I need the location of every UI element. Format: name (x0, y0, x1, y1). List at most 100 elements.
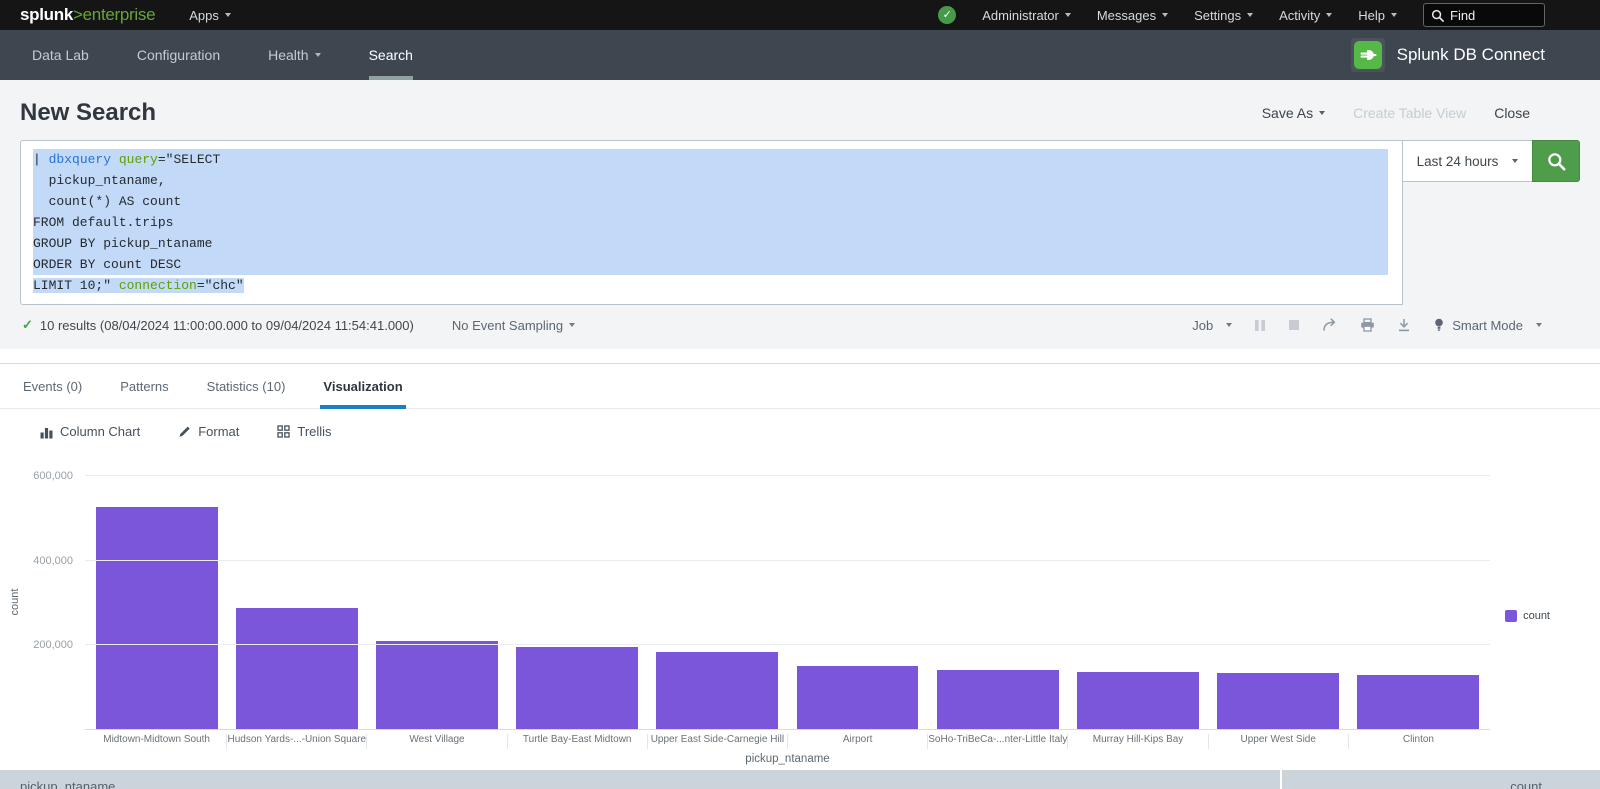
chart-bar[interactable] (797, 666, 919, 729)
x-axis-label: Murray Hill-Kips Bay (1067, 734, 1207, 749)
y-axis-title: count (9, 589, 21, 616)
gridline (85, 475, 1490, 476)
chart-bar[interactable] (96, 507, 218, 729)
check-icon: ✓ (22, 317, 33, 333)
chart-bar[interactable] (376, 641, 498, 729)
caret-down-icon (1326, 13, 1332, 17)
caret-down-icon (1319, 111, 1325, 115)
find-search-box[interactable] (1423, 3, 1545, 27)
help-menu[interactable]: Help (1358, 8, 1397, 23)
export-icon[interactable] (1397, 318, 1411, 332)
x-axis-title: pickup_ntaname (85, 753, 1490, 765)
search-query-editor[interactable]: | dbxquery query="SELECT pickup_ntaname,… (20, 140, 1403, 305)
x-axis-label: Upper West Side (1208, 734, 1348, 749)
y-axis-tick: 600,000 (0, 470, 73, 482)
caret-down-icon (1247, 13, 1253, 17)
statistics-table-header: pickup_ntaname count (0, 770, 1600, 789)
search-header-region: New Search Save As Create Table View Clo… (0, 80, 1600, 349)
db-connect-logo (1351, 38, 1385, 72)
caret-down-icon (225, 13, 231, 17)
x-axis-label: Hudson Yards-...-Union Square (226, 734, 366, 749)
chart-bar[interactable] (1217, 673, 1339, 729)
run-search-button[interactable] (1532, 140, 1580, 182)
gridline (85, 644, 1490, 645)
legend-label[interactable]: count (1523, 610, 1550, 622)
caret-down-icon (1162, 13, 1168, 17)
trellis-menu[interactable]: Trellis (277, 424, 331, 439)
page-title: New Search (20, 99, 156, 127)
settings-menu[interactable]: Settings (1194, 8, 1253, 23)
column-chart: count count 200,000400,000600,000 Midtow… (0, 451, 1600, 765)
chart-type-picker[interactable]: Column Chart (40, 424, 140, 439)
query-line[interactable]: ORDER BY count DESC (33, 254, 1388, 275)
lightbulb-icon (1433, 318, 1445, 332)
event-sampling-menu[interactable]: No Event Sampling (452, 318, 575, 333)
close-button[interactable]: Close (1494, 105, 1530, 121)
chart-legend: count (1505, 610, 1550, 622)
search-mode-menu[interactable]: Smart Mode (1433, 318, 1542, 333)
create-table-view-button[interactable]: Create Table View (1353, 105, 1466, 121)
chart-bar[interactable] (1077, 672, 1199, 729)
chart-plot-area: count count 200,000400,000600,000 (85, 475, 1490, 730)
bars-container (85, 475, 1490, 729)
nav-item-configuration[interactable]: Configuration (113, 30, 244, 80)
query-line[interactable]: pickup_ntaname, (33, 170, 1388, 191)
x-axis-label: Turtle Bay-East Midtown (507, 734, 647, 749)
query-line[interactable]: FROM default.trips (33, 212, 1388, 233)
grid-icon (277, 425, 290, 438)
query-line[interactable]: GROUP BY pickup_ntaname (33, 233, 1388, 254)
query-line[interactable]: count(*) AS count (33, 191, 1388, 212)
activity-menu[interactable]: Activity (1279, 8, 1332, 23)
time-range-picker[interactable]: Last 24 hours (1402, 140, 1533, 182)
search-icon (1547, 152, 1566, 171)
y-axis-tick: 200,000 (0, 639, 73, 651)
pause-icon[interactable] (1254, 319, 1266, 332)
caret-down-icon (569, 323, 575, 327)
x-axis-label: Clinton (1348, 734, 1488, 749)
administrator-menu[interactable]: Administrator (982, 8, 1071, 23)
legend-swatch (1505, 610, 1517, 622)
stop-icon[interactable] (1288, 319, 1300, 331)
plug-icon (1354, 41, 1382, 69)
tab-events[interactable]: Events (0) (20, 364, 85, 408)
results-tabs: Events (0) Patterns Statistics (10) Visu… (0, 363, 1600, 409)
chart-bar[interactable] (656, 652, 778, 729)
caret-down-icon (1065, 13, 1071, 17)
chart-bar[interactable] (937, 670, 1059, 729)
print-icon[interactable] (1360, 318, 1375, 332)
query-line[interactable]: LIMIT 10;" connection="chc" (33, 275, 1388, 296)
find-input[interactable] (1450, 8, 1530, 23)
query-line[interactable]: | dbxquery query="SELECT (33, 149, 1388, 170)
caret-down-icon (1536, 323, 1542, 327)
caret-down-icon (315, 53, 321, 57)
visualization-toolbar: Column Chart Format Trellis (0, 409, 1600, 451)
health-status-icon[interactable]: ✓ (938, 6, 956, 24)
messages-menu[interactable]: Messages (1097, 8, 1168, 23)
chart-bar[interactable] (516, 647, 638, 729)
column-header-pickup-ntaname[interactable]: pickup_ntaname (0, 770, 1280, 789)
bar-chart-icon (40, 425, 53, 439)
share-icon[interactable] (1322, 318, 1338, 332)
results-info-bar: ✓ 10 results (08/04/2024 11:00:00.000 to… (0, 305, 1600, 333)
y-axis-tick: 400,000 (0, 555, 73, 567)
nav-item-health[interactable]: Health (244, 30, 344, 80)
nav-item-data-lab[interactable]: Data Lab (8, 30, 113, 80)
job-menu[interactable]: Job (1192, 318, 1232, 333)
tab-statistics[interactable]: Statistics (10) (204, 364, 289, 408)
tab-visualization[interactable]: Visualization (320, 364, 405, 408)
x-axis-label: Airport (787, 734, 927, 749)
tab-patterns[interactable]: Patterns (117, 364, 171, 408)
pencil-icon (178, 425, 191, 438)
format-menu[interactable]: Format (178, 424, 239, 439)
gridline (85, 560, 1490, 561)
x-axis-label: SoHo-TriBeCa-...nter-Little Italy (927, 734, 1067, 749)
chart-bar[interactable] (236, 608, 358, 729)
chart-bar[interactable] (1357, 675, 1479, 729)
save-as-button[interactable]: Save As (1262, 105, 1325, 121)
caret-down-icon (1391, 13, 1397, 17)
nav-item-search[interactable]: Search (345, 30, 437, 80)
x-axis-labels: Midtown-Midtown SouthHudson Yards-...-Un… (85, 730, 1490, 749)
column-header-count[interactable]: count (1282, 770, 1600, 789)
apps-menu[interactable]: Apps (189, 8, 231, 23)
top-bar: splunk>enterprise Apps ✓ Administrator M… (0, 0, 1600, 30)
